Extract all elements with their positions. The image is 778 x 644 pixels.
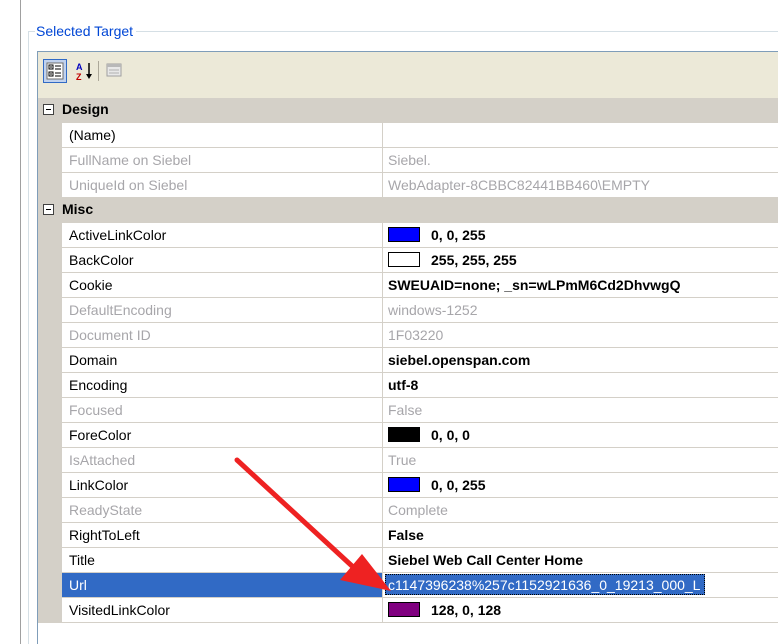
annotation-arrow-shaft [234, 457, 355, 569]
annotation-arrow [234, 457, 391, 591]
